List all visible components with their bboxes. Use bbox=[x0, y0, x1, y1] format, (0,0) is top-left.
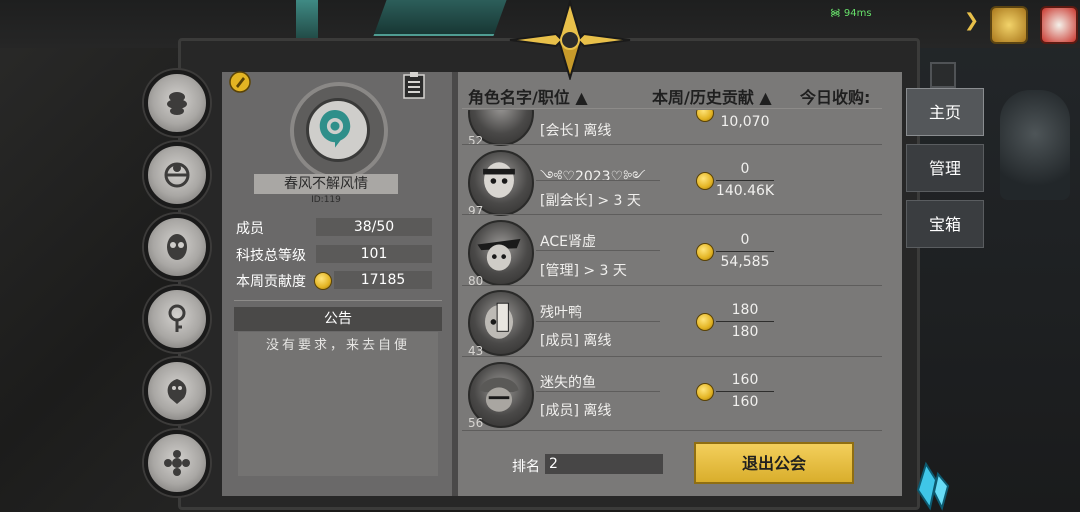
character-portrait-icon bbox=[479, 377, 519, 412]
member-level: 52 bbox=[468, 134, 484, 148]
character-portrait-icon bbox=[484, 302, 514, 339]
member-avatar[interactable]: 97 bbox=[468, 150, 534, 218]
member-total-contrib: 10,070 bbox=[720, 114, 770, 130]
side-menu-hive-icon[interactable] bbox=[144, 70, 210, 136]
row-divider bbox=[462, 285, 882, 286]
guild-name: 春风不解风情 bbox=[254, 174, 398, 194]
side-menu-flower-icon[interactable] bbox=[144, 430, 210, 496]
guild-log-icon[interactable] bbox=[402, 72, 426, 100]
contrib-divider bbox=[716, 321, 774, 322]
coin-icon bbox=[696, 110, 714, 122]
tab-treasure[interactable]: 宝箱 bbox=[906, 200, 984, 248]
side-menu-key-icon[interactable] bbox=[144, 286, 210, 352]
coin-icon bbox=[314, 272, 332, 290]
coin-icon bbox=[696, 383, 714, 401]
row-divider bbox=[462, 356, 882, 357]
member-total-contrib: 180 bbox=[731, 324, 759, 340]
stat-tech-value: 101 bbox=[316, 245, 432, 263]
background-right bbox=[900, 0, 1080, 512]
member-name: ACE肾虚 bbox=[540, 234, 596, 250]
member-total-contrib: 54,585 bbox=[720, 254, 770, 270]
side-menu-globe-icon[interactable] bbox=[144, 142, 210, 208]
notice-text: 没有要求，来去自便 bbox=[265, 338, 410, 353]
member-role: [成员] 离线 bbox=[540, 403, 612, 419]
stat-tech-label: 科技总等级 bbox=[236, 248, 306, 264]
guild-id: ID:119 bbox=[311, 195, 341, 205]
member-role: [管理] > 3 天 bbox=[540, 263, 627, 279]
contrib-divider bbox=[716, 180, 774, 181]
chest-icon[interactable] bbox=[990, 6, 1028, 44]
side-menu-mask-icon[interactable] bbox=[144, 214, 210, 280]
notice-title: 公告 bbox=[234, 307, 442, 331]
tab-manage[interactable]: 管理 bbox=[906, 144, 984, 192]
row-divider bbox=[462, 430, 882, 431]
member-avatar[interactable]: 56 bbox=[468, 362, 534, 430]
divider bbox=[234, 300, 442, 301]
member-avatar[interactable]: 80 bbox=[468, 220, 534, 288]
wifi-status: ᯼ 94ms bbox=[830, 5, 872, 19]
row-divider bbox=[462, 144, 882, 145]
wifi-icon: ᯼ bbox=[830, 8, 841, 19]
tab-home[interactable]: 主页 bbox=[906, 88, 984, 136]
member-week-contrib: 160 bbox=[731, 372, 759, 388]
statue-decoration bbox=[1000, 90, 1070, 200]
member-week-contrib: 0 bbox=[740, 161, 750, 177]
member-week-contrib: 180 bbox=[731, 302, 759, 318]
today-purchase-label: 今日收购: bbox=[800, 88, 871, 107]
rank-value: 2 bbox=[545, 454, 663, 474]
stat-members-label: 成员 bbox=[236, 221, 264, 237]
name-underline bbox=[536, 180, 660, 181]
member-total-contrib: 140.46K bbox=[715, 183, 775, 199]
rank-label: 排名 bbox=[512, 459, 540, 475]
teal-building-decoration bbox=[373, 0, 507, 36]
member-level: 56 bbox=[468, 416, 484, 430]
stat-contrib-label: 本周贡献度 bbox=[236, 274, 306, 290]
member-name: 残叶鸭 bbox=[540, 305, 582, 321]
member-list[interactable]: 52 [会长] 离线 10,070 97 ༺♡2023♡༻ [副会长] > 3 … bbox=[456, 110, 902, 435]
member-role: [副会长] > 3 天 bbox=[540, 193, 641, 209]
name-underline bbox=[536, 250, 660, 251]
member-level: 97 bbox=[468, 204, 484, 218]
member-role: [会长] 离线 bbox=[540, 123, 612, 139]
notice-box bbox=[238, 332, 438, 476]
coin-icon bbox=[696, 313, 714, 331]
exit-guild-button[interactable]: 退出公会 bbox=[694, 442, 854, 484]
row-divider bbox=[462, 214, 882, 215]
event-icon[interactable] bbox=[1040, 6, 1078, 44]
name-underline bbox=[536, 321, 660, 322]
edit-guild-icon[interactable] bbox=[228, 70, 252, 94]
member-avatar[interactable]: 52 bbox=[468, 110, 534, 148]
member-avatar[interactable]: 43 bbox=[468, 290, 534, 358]
crate-icon bbox=[930, 62, 956, 88]
member-role: [成员] 离线 bbox=[540, 333, 612, 349]
side-menu-bird-icon[interactable] bbox=[144, 358, 210, 424]
character-portrait-icon bbox=[483, 162, 515, 198]
contrib-divider bbox=[716, 391, 774, 392]
sort-by-contrib-button[interactable]: 本周/历史贡献 ▲ bbox=[652, 84, 772, 108]
name-underline bbox=[536, 391, 660, 392]
header-divider bbox=[462, 108, 882, 109]
guild-logo-icon bbox=[319, 109, 351, 148]
guild-avatar[interactable] bbox=[290, 82, 388, 180]
stat-contrib-value: 17185 bbox=[334, 271, 432, 289]
contrib-divider bbox=[716, 251, 774, 252]
guild-emblem-icon bbox=[509, 0, 631, 80]
ping-text: 94ms bbox=[843, 8, 872, 19]
sort-by-name-button[interactable]: 角色名字/职位 ▲ bbox=[468, 84, 588, 108]
crystal-icon bbox=[916, 461, 950, 511]
expand-arrow-icon[interactable]: ❯ bbox=[964, 10, 979, 31]
member-total-contrib: 160 bbox=[731, 394, 759, 410]
stat-members-value: 38/50 bbox=[316, 218, 432, 236]
character-portrait-icon bbox=[477, 238, 521, 271]
member-week-contrib: 0 bbox=[740, 232, 750, 248]
member-name: 迷失的鱼 bbox=[540, 375, 596, 391]
